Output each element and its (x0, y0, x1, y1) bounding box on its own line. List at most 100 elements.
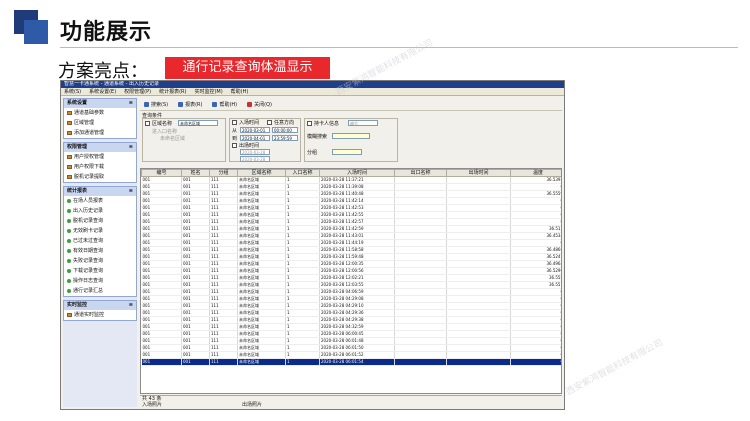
table-row[interactable]: 001001111未命名区域12020-03-28 06:00:450 (141, 330, 561, 338)
sidebar-item[interactable]: 区域管理 (64, 118, 136, 128)
sidebar-panel-header[interactable]: 系统设置 ≡ (64, 99, 136, 108)
help-button[interactable]: 帮助(H) (212, 101, 237, 108)
table-row[interactable]: 001 001 111 未命名区域 1 2020-03-28 11:59:48 36.524… (141, 253, 561, 261)
sidebar-panel-header[interactable]: 统计报表 ≡ (64, 187, 136, 196)
sidebar-item[interactable]: 无效刷卡记录 (64, 226, 136, 236)
sidebar-item[interactable]: 用户授权管理 (64, 152, 136, 162)
from-date-field[interactable]: 2020-03-01 (240, 127, 270, 133)
sidebar-item[interactable]: 通行记录汇总 (64, 286, 136, 296)
table-row[interactable]: 001 001 111 未命名区域 1 2020-03-28 12:02:21 36.555 (141, 274, 561, 282)
sidebar-item-label: 用户授权管理 (74, 154, 105, 160)
sidebar-item[interactable]: 已过未过查询 (64, 236, 136, 246)
search-button[interactable]: 搜索(S) (144, 101, 168, 108)
table-cell: 111 (209, 204, 238, 212)
fuzzy-search-input[interactable] (332, 133, 370, 139)
out-from-date-field[interactable]: 2020-03-28 (240, 149, 270, 155)
table-row[interactable]: 001 001 111 未命名区域 1 2020-03-28 12:00:56 36.529… (141, 267, 561, 275)
sidebar-item[interactable]: 下载记录查询 (64, 266, 136, 276)
table-row[interactable]: 001001111未命名区域12020-03-28 11:42:570 (141, 218, 561, 226)
in-time-checkbox[interactable] (232, 120, 237, 125)
from-label: 从 (232, 128, 238, 134)
sidebar-panel-header[interactable]: 权限管理 ≡ (64, 143, 136, 152)
table-row[interactable]: 001001111未命名区域12020-03-28 06:01:500 (141, 344, 561, 352)
close-button[interactable]: 关闭(Q) (247, 101, 272, 108)
column-header[interactable]: 分组 (209, 169, 238, 177)
table-cell: 2020-03-28 11:42:57 (319, 218, 395, 226)
table-row[interactable]: 001001111未命名区域12020-03-28 04:06:590 (141, 288, 561, 296)
column-header[interactable]: 入场时间 (319, 169, 395, 177)
from-time-field[interactable]: 00:00:00 (272, 127, 298, 133)
group-select[interactable] (332, 149, 362, 155)
menu-item[interactable]: 实时监控(M) (194, 88, 222, 95)
table-row[interactable]: 001001111未命名区域12020-03-28 04:29:360 (141, 309, 561, 317)
sidebar-item[interactable]: 添加通道管理 (64, 128, 136, 138)
sidebar-item[interactable]: 通道实时监控 (64, 310, 136, 320)
sidebar-item[interactable]: 用户权限下载 (64, 162, 136, 172)
table-row[interactable]: 001001111未命名区域12020-03-28 04:32:590 (141, 323, 561, 331)
table-row[interactable]: 001 001 111 未命名区域 1 2020-03-28 12:00:35 36.496… (141, 260, 561, 268)
card-checkbox[interactable] (307, 121, 312, 126)
sidebar-item[interactable]: 脱机记录提取 (64, 172, 136, 182)
out-time-checkbox[interactable] (232, 143, 237, 148)
table-cell: 0 (510, 337, 561, 345)
table-row[interactable]: 001 001 111 未命名区域 1 2020-03-28 11:43:01 36.453… (141, 232, 561, 240)
area-select[interactable]: 未命名区域 (178, 120, 218, 126)
column-header[interactable]: 出场时间 (446, 169, 511, 177)
toolbar: 搜索(S) 报表(R) 帮助(H) 关闭(Q) (140, 98, 562, 111)
table-row[interactable]: 001001111未命名区域12020-03-28 06:01:480 (141, 337, 561, 345)
column-header[interactable]: 姓名 (181, 169, 210, 177)
to-time-field[interactable]: 23:59:59 (272, 135, 298, 141)
area-sub-label: 进入口名称 (152, 129, 178, 135)
column-header[interactable]: 入口名称 (285, 169, 320, 177)
menu-item[interactable]: 系统(S) (64, 88, 81, 95)
table-row[interactable]: 001 001 111 未命名区域 1 2020-03-28 11:42:59 36.513 (141, 225, 561, 233)
sidebar-item-label: 通道实时监控 (74, 312, 105, 318)
collapse-icon[interactable]: ≡ (129, 187, 136, 196)
report-button[interactable]: 报表(R) (178, 101, 202, 108)
out-photo-label: 出场照片 (242, 402, 263, 408)
to-date-field[interactable]: 2020-04-01 (240, 135, 270, 141)
out-to-date-field[interactable]: 2020-03-28 (240, 156, 270, 162)
table-cell: 1 (285, 197, 320, 205)
sidebar-item[interactable]: 在场人员报表 (64, 196, 136, 206)
sidebar-item[interactable]: 操作日志查询 (64, 276, 136, 286)
sidebar-item[interactable]: 出入历史记录 (64, 206, 136, 216)
table-row[interactable]: 001001111未命名区域12020-03-28 06:01:520 (141, 351, 561, 359)
table-row[interactable]: 001 001 111 未命名区域 1 2020-03-28 11:40:48 36.555… (141, 190, 561, 198)
menu-item[interactable]: 权限管理(P) (124, 88, 151, 95)
table-cell: 0 (510, 295, 561, 303)
collapse-icon[interactable]: ≡ (129, 301, 136, 310)
sidebar-panel-header[interactable]: 实时监控 ≡ (64, 301, 136, 310)
column-header[interactable]: 温度 (510, 169, 561, 177)
menu-item[interactable]: 统计报表(R) (159, 88, 186, 95)
column-header[interactable]: 区域名称 (237, 169, 286, 177)
direction-checkbox[interactable] (267, 120, 272, 125)
table-row[interactable]: 001001111未命名区域12020-03-28 11:42:550 (141, 211, 561, 219)
column-header[interactable]: 出口名称 (394, 169, 447, 177)
table-row[interactable]: 001 001 111 未命名区域 1 2020-03-28 11:37:21 36.539… (141, 176, 561, 184)
table-row[interactable]: 001001111未命名区域12020-03-28 04:29:100 (141, 302, 561, 310)
card-field-select[interactable]: 编号 (348, 120, 378, 126)
sidebar-item[interactable]: 有效日期查询 (64, 246, 136, 256)
table-row[interactable]: 001001111未命名区域12020-03-28 04:29:080 (141, 295, 561, 303)
table-row[interactable]: 001001111未命名区域12020-03-28 11:39:080 (141, 183, 561, 191)
table-row[interactable]: 001001111未命名区域12020-03-28 11:42:530 (141, 204, 561, 212)
menu-item[interactable]: 系统设置(E) (89, 88, 116, 95)
table-row[interactable]: 001001111未命名区域12020-03-28 11:44:190 (141, 239, 561, 247)
sidebar-item[interactable]: 失败记录查询 (64, 256, 136, 266)
sidebar-item[interactable]: 脱机记录查询 (64, 216, 136, 226)
table-row[interactable]: 001001111未命名区域12020-03-28 06:01:540 (141, 358, 561, 366)
sidebar-panel: 实时监控 ≡ 通道实时监控 (63, 300, 137, 321)
sidebar-panel-title: 权限管理 (67, 144, 88, 150)
area-checkbox[interactable] (145, 121, 150, 126)
collapse-icon[interactable]: ≡ (129, 143, 136, 152)
table-cell: 1 (285, 218, 320, 226)
sidebar-item[interactable]: 通道基础参数 (64, 108, 136, 118)
collapse-icon[interactable]: ≡ (129, 99, 136, 108)
menu-item[interactable]: 帮助(H) (231, 88, 249, 95)
table-row[interactable]: 001001111未命名区域12020-03-28 04:29:380 (141, 316, 561, 324)
table-row[interactable]: 001 001 111 未命名区域 1 2020-03-28 12:03:55 36.551 (141, 281, 561, 289)
table-row[interactable]: 001001111未命名区域12020-03-28 11:42:140 (141, 197, 561, 205)
table-row[interactable]: 001 001 111 未命名区域 1 2020-03-28 11:58:58 36.486… (141, 246, 561, 254)
column-header[interactable]: 编号 (141, 169, 182, 177)
